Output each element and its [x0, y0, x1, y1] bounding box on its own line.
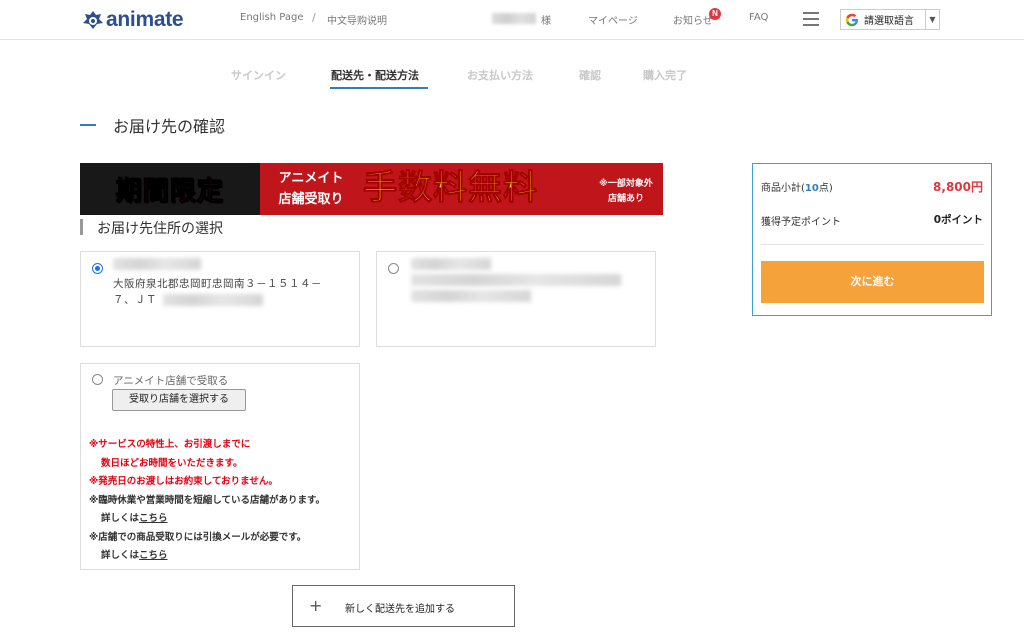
address-card-1[interactable]: 大阪府泉北郡忠岡町忠岡南３－１５１４－ ７、ＪＴ	[80, 251, 360, 347]
banner-limited-text: 期間限定	[115, 176, 224, 207]
recipient-name-blurred	[113, 258, 201, 270]
address-line-2: ７、ＪＴ	[113, 294, 157, 306]
address-detail-blurred	[163, 294, 263, 306]
menu-icon[interactable]	[803, 12, 819, 26]
banner-free-fee-text: 手数料無料	[363, 168, 538, 209]
site-header: animate English Page / 中文导购说明 様 マイページ お知…	[0, 0, 1024, 40]
subtotal-count: 10	[804, 183, 819, 194]
points-value: 0ポイント	[933, 214, 983, 226]
details-line-2: 詳しくはこちら	[101, 548, 168, 563]
address-radio-1[interactable]	[92, 263, 103, 274]
details-link-1[interactable]: こちら	[139, 513, 168, 524]
recipient-name-blurred-2	[411, 258, 491, 270]
active-step-underline	[330, 87, 428, 89]
mypage-link[interactable]: マイページ	[588, 12, 638, 27]
store-hours-note: ※臨時休業や営業時間を短縮している店舗があります。	[89, 495, 326, 506]
service-note-line2: 数日ほどお時間をいただきます。	[101, 458, 243, 469]
subtotal-label: 商品小計(10点)	[761, 179, 833, 194]
banner-note-line2: 店舗あり	[607, 194, 644, 204]
store-pickup-label: アニメイト店舗で受取る	[113, 375, 229, 387]
address-radio-2[interactable]	[388, 263, 399, 274]
banner-mid-line1: アニメイト	[278, 171, 344, 186]
section-title: お届け先住所の選択	[97, 221, 223, 237]
banner-note: ※一部対象外 店舗あり	[592, 177, 660, 207]
details-link-2[interactable]: こちら	[139, 550, 168, 561]
next-button[interactable]: 次に進む	[761, 261, 984, 303]
step-payment: お支払い方法	[467, 69, 533, 82]
logo-text: animate	[106, 8, 184, 31]
add-address-label: 新しく配送先を追加する	[345, 604, 455, 615]
step-confirm: 確認	[579, 69, 601, 82]
english-page-link[interactable]: English Page	[240, 12, 304, 23]
chevron-down-icon: ▼	[925, 10, 939, 29]
language-select[interactable]: 請選取語言 ▼	[840, 9, 940, 30]
exchange-mail-note: ※店舗での商品受取りには引換メールが必要です。	[89, 532, 307, 543]
faq-link[interactable]: FAQ	[749, 12, 768, 23]
banner-note-line1: ※一部対象外	[599, 179, 653, 189]
section-bar	[80, 219, 83, 235]
summary-divider	[761, 244, 984, 245]
address-line-blurred-2a	[411, 274, 621, 286]
details-line-1: 詳しくはこちら	[101, 511, 168, 526]
order-summary: 商品小計(10点) 8,800円 獲得予定ポイント 0ポイント 次に進む	[752, 163, 992, 316]
add-address-button[interactable]: + 新しく配送先を追加する	[292, 585, 515, 627]
release-date-note: ※発売日のお渡しはお約束しておりません。	[89, 476, 278, 487]
chinese-guide-link[interactable]: 中文导购说明	[327, 12, 387, 27]
subtotal-label-post: 点)	[818, 183, 833, 194]
notice-badge: N	[709, 8, 721, 20]
google-icon	[845, 13, 858, 26]
select-store-button[interactable]: 受取り店舗を選択する	[112, 389, 246, 411]
service-note-line1: ※サービスの特性上、お引渡しまでに	[89, 439, 251, 450]
page-title: お届け先の確認	[113, 117, 226, 136]
details-prefix-2: 詳しくは	[101, 550, 140, 561]
title-dash	[80, 124, 96, 126]
address-line-1: 大阪府泉北郡忠岡町忠岡南３－１５１４－	[113, 278, 322, 290]
banner-left-block: 期間限定	[80, 163, 260, 215]
address-line-blurred-2b	[411, 290, 531, 302]
language-select-label: 請選取語言	[864, 16, 914, 27]
subtotal-label-pre: 商品小計(	[761, 183, 805, 194]
animate-logo-icon	[83, 11, 103, 29]
details-prefix-1: 詳しくは	[101, 513, 140, 524]
points-label: 獲得予定ポイント	[761, 217, 841, 228]
step-shipping: 配送先・配送方法	[331, 69, 419, 82]
notice-link[interactable]: お知らせ	[673, 12, 713, 27]
banner-mid-text: アニメイト 店舗受取り	[266, 168, 356, 210]
header-separator: /	[312, 11, 316, 24]
step-signin: サインイン	[231, 69, 286, 82]
store-pickup-radio[interactable]	[92, 374, 103, 385]
step-complete: 購入完了	[643, 69, 687, 82]
address-card-2[interactable]	[376, 251, 656, 347]
user-name-blurred	[492, 13, 536, 24]
animate-logo[interactable]: animate	[82, 8, 184, 32]
user-suffix: 様	[541, 16, 551, 27]
subtotal-price: 8,800円	[933, 180, 983, 194]
store-pickup-banner[interactable]: 期間限定 アニメイト 店舗受取り 手数料無料 ※一部対象外 店舗あり	[80, 163, 663, 215]
banner-mid-line2: 店舗受取り	[278, 192, 344, 207]
plus-icon: +	[309, 596, 323, 615]
address-text-1: 大阪府泉北郡忠岡町忠岡南３－１５１４－ ７、ＪＴ	[113, 276, 353, 308]
